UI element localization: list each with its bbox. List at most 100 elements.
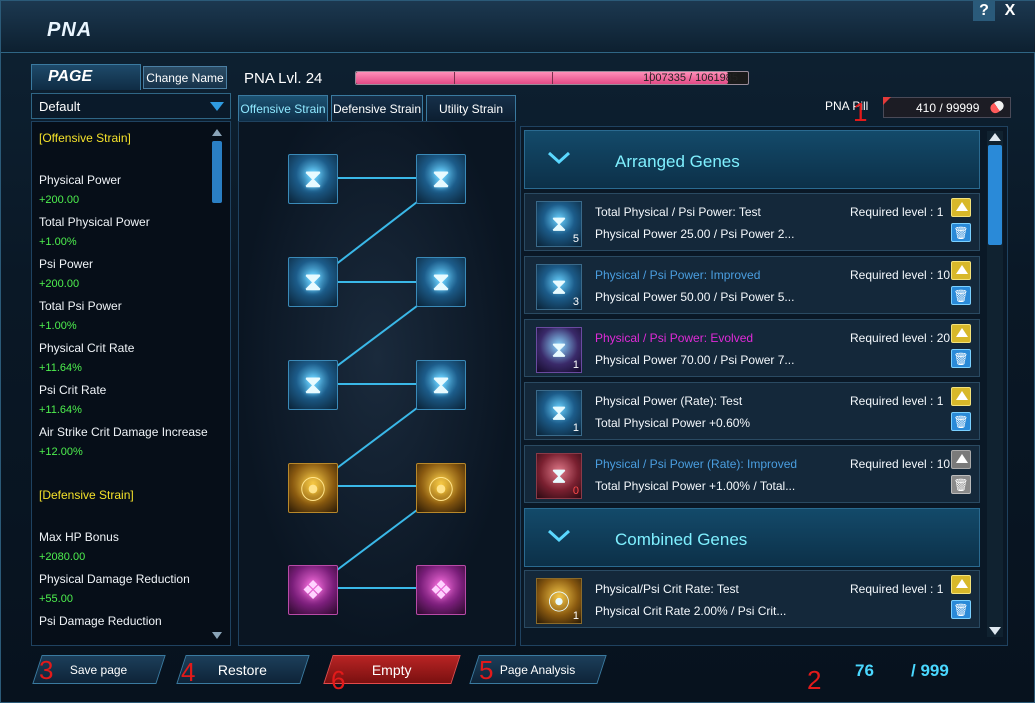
gene-count: 3 (572, 296, 579, 308)
xp-text: 1007335 / 1061985 (643, 72, 738, 84)
gene-list: Arranged Genes Combined Genes ⧗ 5 Total Ph… (520, 126, 1008, 646)
scroll-thumb[interactable] (212, 141, 222, 203)
gene-name: Physical / Psi Power: Evolved (595, 331, 754, 345)
gene-required-level: Required level : 1 (850, 582, 944, 596)
gene-node[interactable]: ⦿ (288, 463, 338, 513)
gene-node[interactable]: ⧗ (416, 257, 466, 307)
empty-label: Empty (372, 661, 412, 678)
stat-value: +11.64% (39, 404, 82, 416)
stat-value: +200.00 (39, 278, 80, 290)
gene-node[interactable]: ⦿ (416, 463, 466, 513)
gene-required-level: Required level : 1 (850, 205, 944, 219)
gene-row[interactable]: ⦿ 1 Physical/Psi Crit Rate: Test Physical C… (524, 570, 980, 628)
stats-list: [Offensive Strain] Physical Power +200.00 T… (31, 121, 231, 646)
combined-gene-icon: ⦿ (427, 474, 454, 505)
gene-name: Total Physical / Psi Power: Test (595, 205, 761, 219)
trash-icon[interactable]: 🗑 (951, 475, 971, 494)
annotation-6: 6 (331, 665, 346, 695)
gene-node[interactable]: ⧗ (288, 154, 338, 204)
gene-node[interactable]: ⧗ (416, 360, 466, 410)
tab-offensive-strain[interactable]: Offensive Strain (238, 95, 328, 121)
section-combined-genes[interactable]: Combined Genes (524, 508, 980, 567)
restore-label: Restore (218, 661, 268, 678)
restore-button[interactable]: Restore (176, 655, 310, 684)
trash-icon[interactable]: 🗑 (951, 600, 971, 619)
upgrade-icon[interactable] (951, 324, 971, 343)
stat-name: Psi Crit Rate (39, 383, 107, 397)
scroll-down-icon[interactable] (989, 627, 1001, 635)
gene-count: 5 (572, 233, 579, 245)
gene-node[interactable]: ❖ (288, 565, 338, 615)
upgrade-icon[interactable] (951, 198, 971, 217)
count-max: / 999 (911, 661, 949, 680)
gene-list-scrollbar[interactable] (987, 131, 1003, 637)
stat-name: Psi Damage Reduction (39, 614, 162, 628)
gene-row[interactable]: ⧗ 5 Total Physical / Psi Power: Test Physic… (524, 193, 980, 251)
stat-name: Total Physical Power (39, 215, 150, 229)
tab-utility-strain[interactable]: Utility Strain (426, 95, 516, 121)
dropdown-arrow-icon[interactable] (210, 102, 224, 111)
gene-icon: ⧗ 5 (536, 201, 582, 247)
gene-row[interactable]: ⧗ 3 Physical / Psi Power: Improved Physical… (524, 256, 980, 314)
trash-icon[interactable]: 🗑 (951, 286, 971, 305)
stat-value: +1.00% (39, 236, 77, 248)
gene-row[interactable]: ⧗ 1 Physical Power (Rate): Test Total Physi… (524, 382, 980, 440)
scroll-thumb[interactable] (988, 145, 1002, 245)
upgrade-icon[interactable] (951, 261, 971, 280)
section-label: Arranged Genes (615, 152, 740, 171)
scroll-down-icon[interactable] (212, 632, 222, 639)
gene-tree: ⧗ ⧗ ⧗ ⧗ ⧗ ⧗ ⦿ ⦿ ❖ ❖ (238, 121, 516, 646)
annotation-2: 2 (807, 665, 822, 695)
annotation-3: 3 (39, 655, 54, 685)
gene-name: Physical / Psi Power: Improved (595, 268, 761, 282)
close-button[interactable]: X (999, 1, 1021, 21)
gene-description: Physical Power 70.00 / Psi Power 7... (595, 353, 795, 367)
gene-description: Total Physical Power +1.00% / Total... (595, 479, 796, 493)
scroll-up-icon[interactable] (212, 129, 222, 136)
chevron-down-icon[interactable] (547, 529, 571, 543)
title-bar: PNA ? X (1, 1, 1035, 53)
section-arranged-genes[interactable]: Arranged Genes (524, 130, 980, 189)
gene-required-level: Required level : 1 (850, 394, 944, 408)
page-tab[interactable]: PAGE (31, 64, 141, 90)
xp-divider (454, 72, 455, 84)
gene-name: Physical Power (Rate): Test (595, 394, 743, 408)
dna-icon: ⧗ (303, 163, 323, 193)
tab-defensive-strain[interactable]: Defensive Strain (331, 95, 423, 121)
page-select[interactable]: Default (31, 93, 231, 119)
gene-row[interactable]: ⧗ 0 Physical / Psi Power (Rate): Improved T… (524, 445, 980, 503)
section-label: Combined Genes (615, 530, 748, 549)
pna-pill-value: 410 / 99999 (916, 101, 980, 115)
trash-icon[interactable]: 🗑 (951, 349, 971, 368)
stat-name: Physical Power (39, 173, 122, 187)
gene-node[interactable]: ⧗ (288, 360, 338, 410)
stat-name: Max HP Bonus (39, 530, 119, 544)
page-select-value: Default (39, 99, 81, 114)
help-button[interactable]: ? (973, 1, 995, 21)
change-name-button[interactable]: Change Name (143, 66, 227, 89)
stat-value: +1.00% (39, 320, 77, 332)
dna-icon: ⧗ (303, 369, 323, 399)
scroll-up-icon[interactable] (989, 133, 1001, 141)
pill-corner-marker (883, 97, 891, 105)
chevron-down-icon[interactable] (547, 151, 571, 165)
gene-count: 0 (572, 485, 579, 497)
gene-node[interactable]: ❖ (416, 565, 466, 615)
annotation-1: 1 (853, 97, 868, 127)
gene-row[interactable]: ⧗ 1 Physical / Psi Power: Evolved Physical … (524, 319, 980, 377)
trash-icon[interactable]: 🗑 (951, 223, 971, 242)
stat-section-header: [Defensive Strain] (39, 488, 134, 502)
trash-icon[interactable]: 🗑 (951, 412, 971, 431)
upgrade-icon[interactable] (951, 575, 971, 594)
xp-divider (552, 72, 553, 84)
gene-node[interactable]: ⧗ (288, 257, 338, 307)
upgrade-icon[interactable] (951, 450, 971, 469)
gene-node[interactable]: ⧗ (416, 154, 466, 204)
stat-name: Physical Damage Reduction (39, 572, 190, 586)
upgrade-icon[interactable] (951, 387, 971, 406)
gene-description: Physical Crit Rate 2.00% / Psi Crit... (595, 604, 787, 618)
gene-icon: ⧗ 3 (536, 264, 582, 310)
combined-gene-icon: ⦿ (299, 474, 326, 505)
dna-icon: ⧗ (303, 266, 323, 296)
stats-scrollbar[interactable] (211, 129, 223, 639)
